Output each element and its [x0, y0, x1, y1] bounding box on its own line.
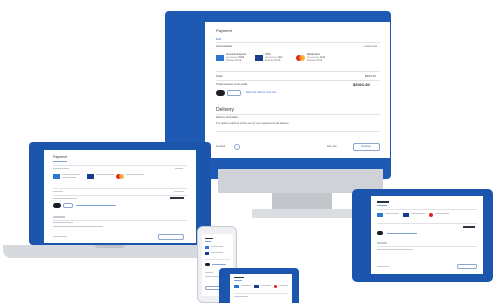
save-card-label: Save this card for next time	[246, 91, 277, 94]
add-new-card-link[interactable]: + Add new	[363, 45, 377, 48]
subtotal-value: $363.34	[365, 74, 376, 78]
mastercard-icon	[429, 213, 433, 217]
delivery-title: Delivery	[216, 107, 235, 113]
card-chip-button[interactable]	[227, 90, 241, 96]
subtotal-label: Total	[216, 74, 223, 78]
edit-link[interactable]: Edit	[216, 38, 221, 41]
card-chip-button[interactable]	[63, 203, 73, 208]
amex-icon	[377, 213, 383, 217]
toggle-back[interactable]	[234, 144, 240, 150]
monitor-screen: Payment Edit Card details + Add new Amer…	[205, 22, 390, 158]
save-card-toggle[interactable]	[377, 231, 383, 235]
monitor-stand	[272, 193, 332, 210]
mastercard-icon	[274, 285, 277, 288]
continue-button[interactable]	[158, 234, 184, 240]
continue-button[interactable]	[457, 264, 477, 269]
visa-icon	[255, 55, 263, 61]
visa-icon	[254, 285, 259, 288]
payment-title: Payment	[216, 28, 232, 33]
laptop-screen: Payment	[44, 150, 196, 243]
continue-button[interactable]: Continue	[353, 143, 380, 151]
go-back-link[interactable]: Go back	[216, 145, 225, 149]
visa-icon	[403, 213, 409, 217]
visa-icon	[205, 252, 209, 255]
save-card-toggle[interactable]	[216, 90, 225, 96]
laptop-notch	[95, 245, 125, 248]
card-expiry: Expires 02/19	[307, 59, 323, 62]
save-card-toggle[interactable]	[205, 263, 210, 266]
monitor-base	[252, 209, 355, 218]
payment-title	[377, 201, 389, 203]
small-tablet-screen	[230, 274, 292, 303]
card-expiry: Expires 02/19	[226, 59, 242, 62]
amex-icon	[53, 174, 60, 179]
total-value: $2021.30	[353, 82, 370, 87]
total-label: Total amount to be paid	[216, 82, 248, 86]
card-details-label: Card details	[216, 44, 233, 48]
delivery-info-label: Delivery information	[216, 116, 239, 119]
payment-title: Payment	[53, 155, 67, 159]
tablet-screen	[371, 196, 483, 274]
visa-icon	[87, 174, 94, 179]
delivery-info-text: The delivery address will be sent to you…	[216, 122, 289, 125]
amex-icon	[216, 55, 224, 61]
pay-now-label: Pay now	[327, 145, 337, 148]
amex-icon	[205, 246, 209, 249]
save-card-toggle[interactable]	[53, 203, 61, 208]
card-expiry: Expires 03/19	[265, 59, 281, 62]
amex-icon	[234, 285, 239, 288]
